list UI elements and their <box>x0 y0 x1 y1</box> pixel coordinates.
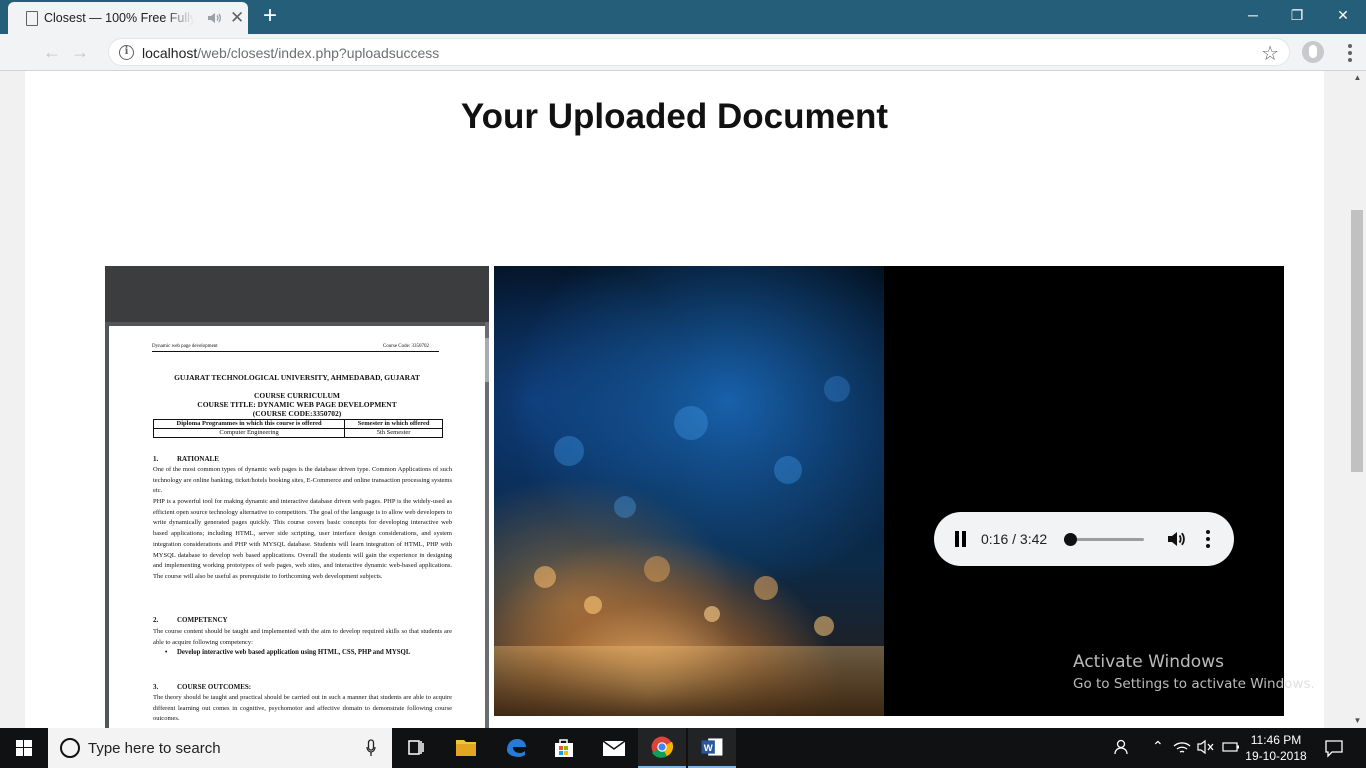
network-icon[interactable] <box>1172 738 1192 756</box>
page-scrollbar[interactable]: ▲ ▼ <box>1349 71 1366 728</box>
forward-arrow-icon[interactable]: → <box>70 42 90 62</box>
browser-tab[interactable]: Closest — 100% Free Fully Re ✕ <box>8 2 248 34</box>
mail-icon[interactable] <box>590 728 638 768</box>
doc-paragraph: PHP is a powerful tool for making dynami… <box>153 498 452 580</box>
close-window-button[interactable]: ✕ <box>1320 0 1366 30</box>
pause-icon[interactable] <box>954 531 968 547</box>
store-icon[interactable] <box>540 728 588 768</box>
svg-text:W: W <box>704 743 713 754</box>
document-icon <box>26 11 38 26</box>
doc-bullet: Develop interactive web based applicatio… <box>165 648 452 659</box>
table-cell-semester: 5th Semester <box>344 428 443 438</box>
browser-titlebar: Closest — 100% Free Fully Re ✕ + ─ ❐ ✕ <box>0 0 1366 34</box>
windows-taskbar: Type here to search W ⌃ 11:46 PM 19-10-2… <box>0 728 1366 768</box>
pdf-toolbar <box>105 266 489 322</box>
doc-table: Diploma Programmes in which this course … <box>152 419 443 438</box>
activate-windows-watermark: Activate Windows Go to Settings to activ… <box>1073 652 1315 692</box>
page-scroll-thumb[interactable] <box>1351 210 1363 472</box>
people-icon[interactable] <box>1114 737 1132 757</box>
url-text[interactable]: localhost/web/closest/index.php?uploadsu… <box>142 45 439 61</box>
table-header-semester: Semester in which offered <box>344 419 443 429</box>
page-viewport: Your Uploaded Document Dynamic web page … <box>0 71 1349 728</box>
taskbar-search-placeholder: Type here to search <box>88 740 221 757</box>
notifications-icon[interactable] <box>1324 738 1344 758</box>
seek-slider[interactable] <box>1063 533 1144 546</box>
tab-title: Closest — 100% Free Fully Re <box>44 11 194 25</box>
doc-university: GUJARAT TECHNOLOGICAL UNIVERSITY, AHMEDA… <box>174 373 420 382</box>
taskbar-clock[interactable]: 11:46 PM 19-10-2018 <box>1244 732 1308 764</box>
media-player[interactable]: 0:16 / 3:42 <box>494 266 1284 716</box>
browser-toolbar: ← → i localhost/web/closest/index.php?up… <box>0 34 1366 71</box>
more-options-icon[interactable] <box>1206 530 1210 548</box>
cortana-icon <box>60 738 80 758</box>
close-tab-icon[interactable]: ✕ <box>230 9 244 27</box>
media-time: 0:16 / 3:42 <box>981 531 1048 547</box>
microphone-icon[interactable] <box>366 739 376 757</box>
doc-section-heading: 1. RATIONALE <box>153 455 219 463</box>
browser-menu-icon[interactable] <box>1340 42 1360 64</box>
file-explorer-icon[interactable] <box>442 728 490 768</box>
doc-course-code: (COURSE CODE:3350702) <box>252 409 342 418</box>
chevron-up-icon[interactable]: ⌃ <box>1152 738 1164 755</box>
new-tab-button[interactable]: + <box>258 4 282 29</box>
edge-browser-icon[interactable] <box>492 728 540 768</box>
pdf-scroll-thumb[interactable] <box>485 338 489 382</box>
doc-paragraph: One of the most common types of dynamic … <box>153 466 452 495</box>
restore-button[interactable]: ❐ <box>1274 0 1320 30</box>
scroll-down-arrow-icon[interactable]: ▼ <box>1349 714 1366 728</box>
seek-slider-thumb[interactable] <box>1063 533 1077 546</box>
table-header-programme: Diploma Programmes in which this course … <box>152 419 346 429</box>
task-view-icon[interactable] <box>392 728 440 768</box>
doc-paragraph: The theory should be taught and practica… <box>153 694 452 723</box>
doc-header-left: Dynamic web page development <box>152 344 218 349</box>
windows-start-icon[interactable] <box>0 728 48 768</box>
pdf-page: Dynamic web page development Course Code… <box>109 326 485 728</box>
video-frame <box>494 266 884 716</box>
volume-icon[interactable] <box>1166 529 1186 549</box>
doc-curriculum: COURSE CURRICULUM <box>253 391 341 400</box>
chrome-icon[interactable] <box>638 728 686 768</box>
back-arrow-icon[interactable]: ← <box>42 42 62 62</box>
pdf-scrollbar[interactable] <box>485 322 489 728</box>
doc-section-heading: 2. COMPETENCY <box>153 616 228 624</box>
speaker-icon[interactable] <box>206 10 222 26</box>
minimize-button[interactable]: ─ <box>1230 0 1276 30</box>
clock-date: 19-10-2018 <box>1245 749 1307 763</box>
doc-section-heading: 3. COURSE OUTCOMES: <box>153 683 252 691</box>
clock-time: 11:46 PM <box>1250 733 1302 747</box>
doc-course-title: COURSE TITLE: DYNAMIC WEB PAGE DEVELOPME… <box>197 400 397 409</box>
taskbar-search-box[interactable]: Type here to search <box>48 728 392 768</box>
doc-header: Dynamic web page development Course Code… <box>152 344 439 352</box>
table-cell-programme: Computer Engineering <box>152 428 346 438</box>
info-icon[interactable]: i <box>119 45 134 60</box>
volume-muted-icon[interactable] <box>1196 738 1216 756</box>
page-title: Your Uploaded Document <box>460 97 889 136</box>
bookmark-star-icon[interactable]: ☆ <box>1261 41 1279 66</box>
scroll-up-arrow-icon[interactable]: ▲ <box>1349 71 1366 85</box>
watermark-subtitle: Go to Settings to activate Windows. <box>1073 676 1315 692</box>
battery-icon[interactable] <box>1222 740 1240 754</box>
word-icon[interactable]: W <box>688 728 736 768</box>
watermark-title: Activate Windows <box>1073 652 1224 672</box>
media-controls: 0:16 / 3:42 <box>934 512 1234 566</box>
doc-paragraph: The course content should be taught and … <box>153 628 452 646</box>
pdf-viewer[interactable]: Dynamic web page development Course Code… <box>105 266 489 728</box>
address-bar[interactable]: i localhost/web/closest/index.php?upload… <box>108 38 1290 66</box>
doc-header-right: Course Code: 3350702 <box>382 344 429 349</box>
profile-avatar-icon[interactable] <box>1302 41 1324 63</box>
